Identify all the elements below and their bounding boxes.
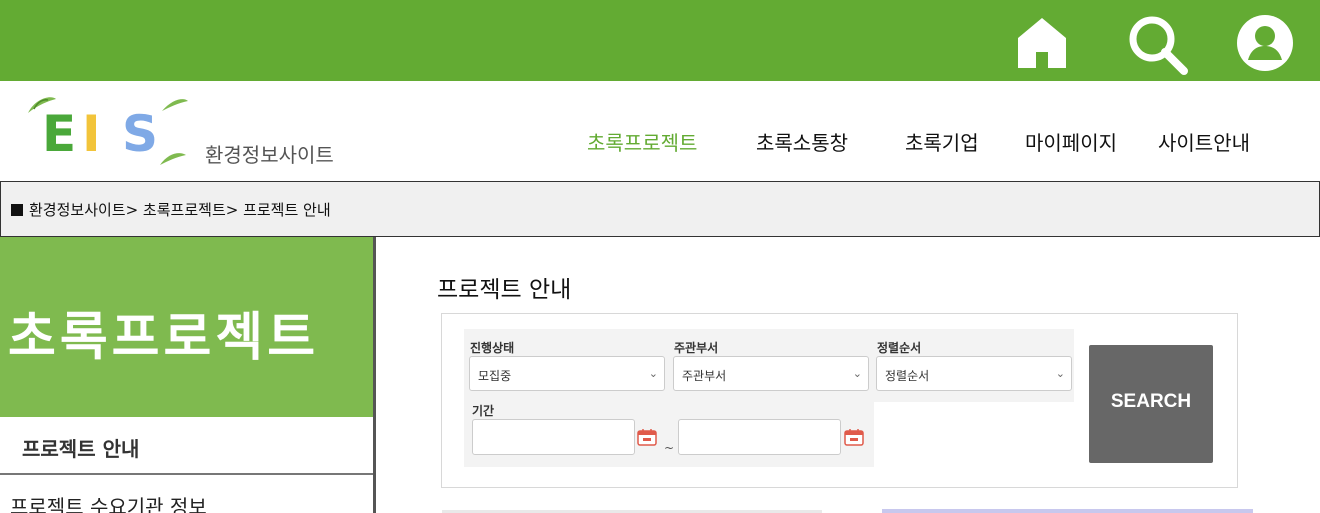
department-select-value: 주관부서 [682,369,727,383]
search-button[interactable]: SEARCH [1089,345,1213,463]
nav-item-green-project[interactable]: 초록프로젝트 [587,127,697,156]
filter-box-blank [874,402,1074,467]
sidebar-title: 초록프로젝트 [8,308,320,368]
list-divider [882,509,1253,513]
header: E I S 환경정보사이트 초록프로젝트 초록소통창 초록기업 마이페이지 사이… [0,81,1320,181]
status-label: 진행상태 [470,341,515,355]
page-title: 프로젝트 안내 [437,277,572,303]
sort-select-value: 정렬순서 [885,369,930,383]
sidebar-item-demand-agency[interactable]: 프로젝트 수요기관 정보 [0,475,373,513]
sort-label: 정렬순서 [877,341,922,355]
status-select-value: 모집중 [478,369,512,383]
chevron-down-icon: ⌄ [648,367,658,380]
svg-text:E: E [42,105,76,163]
sort-select[interactable]: 정렬순서 ⌄ [876,356,1072,391]
start-date-input[interactable] [472,419,635,455]
chevron-down-icon: ⌄ [1055,367,1065,380]
nav-item-green-communication[interactable]: 초록소통창 [756,127,848,156]
sidebar-title-panel: 초록프로젝트 [0,237,373,417]
filter-box: 진행상태 모집중 ⌄ 주관부서 주관부서 ⌄ 정렬순서 정렬순서 ⌄ 기간 ~ [464,329,1074,467]
breadcrumb: 환경정보사이트> 초록프로젝트> 프로젝트 안내 [0,181,1320,237]
svg-text:I: I [82,105,101,163]
breadcrumb-text[interactable]: 환경정보사이트> 초록프로젝트> 프로젝트 안내 [29,201,331,219]
site-name: 환경정보사이트 [205,143,334,167]
status-select[interactable]: 모집중 ⌄ [469,356,665,391]
nav-item-mypage[interactable]: 마이페이지 [1025,127,1117,156]
search-panel: 진행상태 모집중 ⌄ 주관부서 주관부서 ⌄ 정렬순서 정렬순서 ⌄ 기간 ~ [441,313,1238,488]
eis-logo[interactable]: E I S [22,91,192,171]
calendar-icon[interactable] [637,428,657,446]
search-icon[interactable] [1127,14,1188,75]
sidebar: 초록프로젝트 프로젝트 안내 프로젝트 수요기관 정보 [0,237,376,513]
calendar-icon[interactable] [844,428,864,446]
department-select[interactable]: 주관부서 ⌄ [673,356,869,391]
svg-text:S: S [122,105,158,163]
nav-item-site-guide[interactable]: 사이트안내 [1158,127,1250,156]
top-bar [0,0,1320,81]
home-icon[interactable] [1014,14,1070,70]
period-separator: ~ [664,441,675,455]
chevron-down-icon: ⌄ [852,367,862,380]
department-label: 주관부서 [674,341,719,355]
user-icon[interactable] [1236,14,1293,71]
nav-item-green-company[interactable]: 초록기업 [905,127,979,156]
sidebar-item-project-guide[interactable]: 프로젝트 안내 [0,417,373,475]
end-date-input[interactable] [678,419,841,455]
square-bullet-icon [11,204,23,216]
period-label: 기간 [472,404,495,418]
